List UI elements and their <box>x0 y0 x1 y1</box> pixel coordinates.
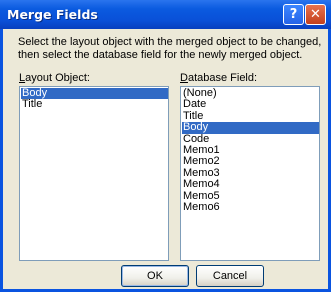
layout-object-label: Layout Object: <box>19 72 90 84</box>
ok-button[interactable]: OK <box>121 265 189 287</box>
database-field-item[interactable]: Body <box>182 121 319 134</box>
merge-fields-dialog: Merge Fields ? ✕ Select the layout objec… <box>0 0 331 292</box>
window-title: Merge Fields <box>7 7 98 22</box>
title-bar[interactable]: Merge Fields ? ✕ <box>0 0 331 29</box>
layout-object-item[interactable]: Body <box>21 87 168 100</box>
database-field-item[interactable]: Memo4 <box>182 178 319 190</box>
database-field-listbox[interactable]: (None) Date Title Body Code Memo1 Memo2 Memo3 Me… <box>180 86 320 261</box>
layout-object-listbox[interactable]: Body Title <box>19 86 169 261</box>
close-icon: ✕ <box>310 7 321 22</box>
database-field-item[interactable]: Memo6 <box>182 201 319 213</box>
instructions-text: Select the layout object with the merged… <box>18 36 322 61</box>
layout-object-item[interactable]: Title <box>21 98 168 110</box>
cancel-button[interactable]: Cancel <box>196 265 264 287</box>
question-mark-icon: ? <box>289 7 298 22</box>
database-field-label: Database Field: <box>180 72 258 84</box>
help-button[interactable]: ? <box>283 4 304 25</box>
close-button[interactable]: ✕ <box>305 4 326 25</box>
